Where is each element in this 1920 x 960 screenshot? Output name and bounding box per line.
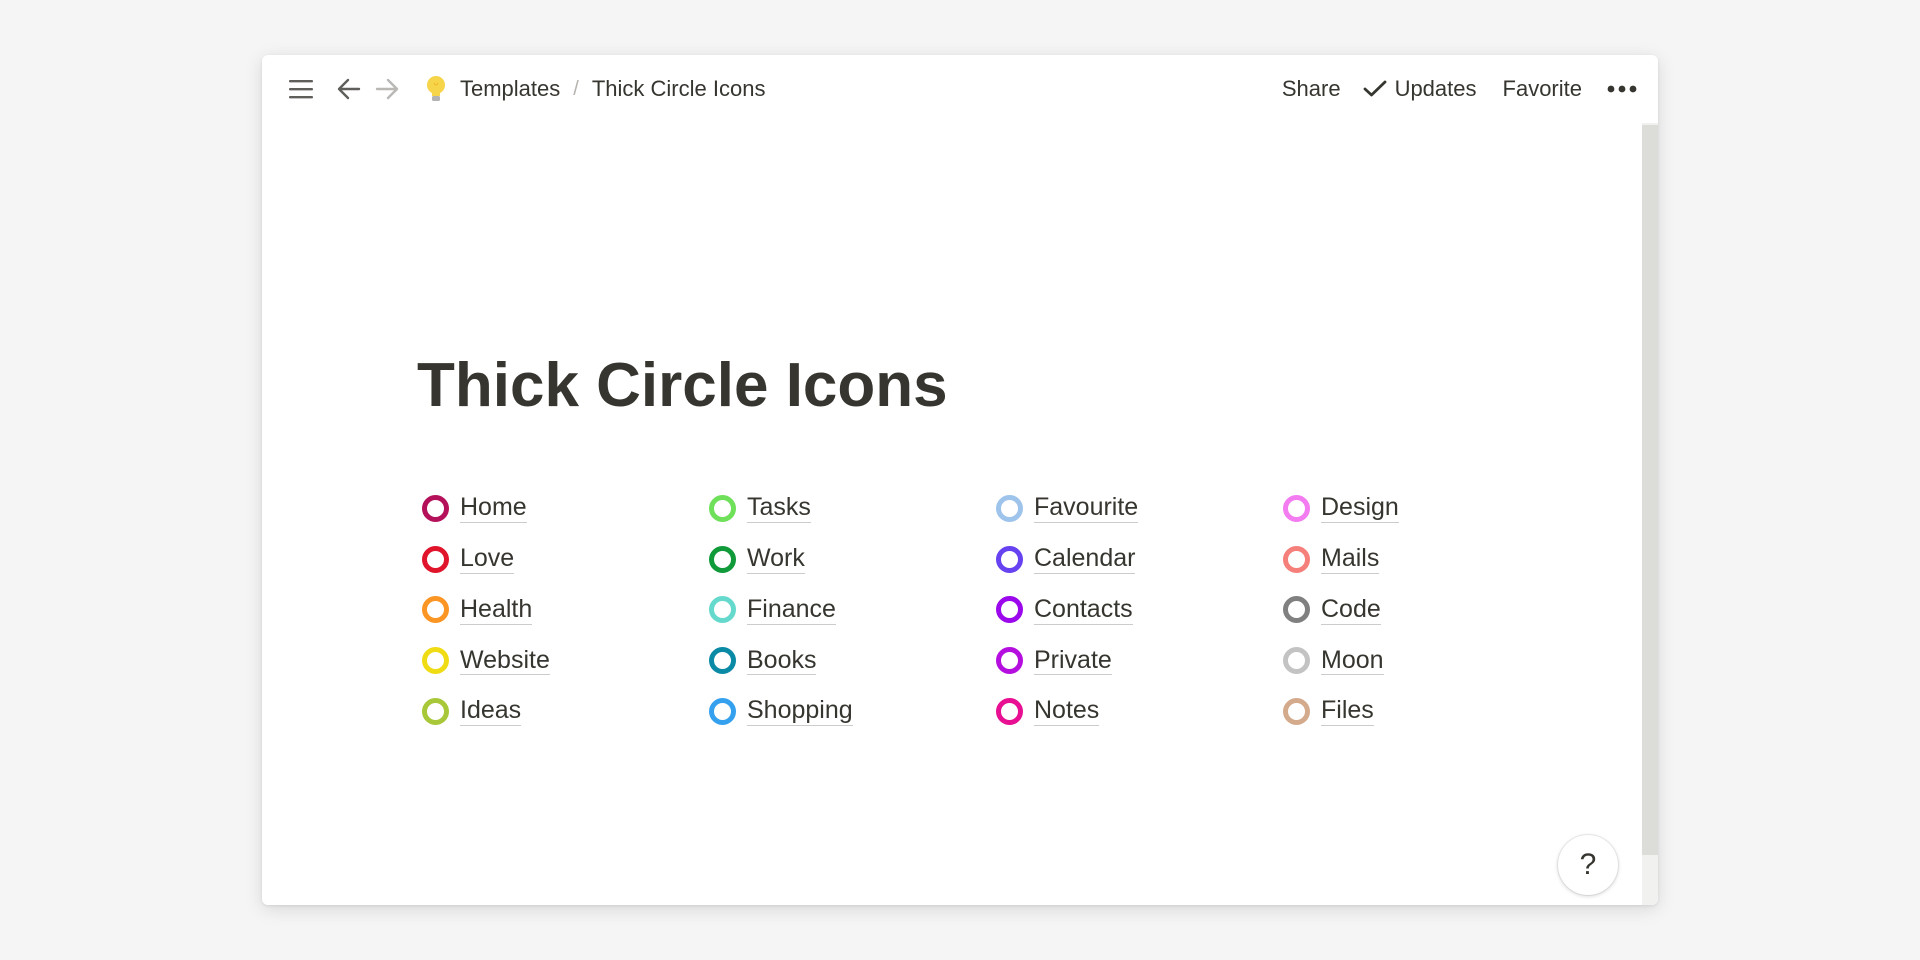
list-item-mails[interactable]: Mails <box>1283 534 1565 585</box>
help-button[interactable]: ? <box>1558 835 1618 895</box>
page-link[interactable]: Work <box>747 544 805 574</box>
page-link[interactable]: Moon <box>1321 646 1384 676</box>
circle-icon <box>422 596 449 624</box>
page-link[interactable]: Notes <box>1034 696 1100 726</box>
page-link[interactable]: Health <box>460 595 533 625</box>
checkmark-icon <box>1363 80 1386 97</box>
page-link[interactable]: Tasks <box>747 493 811 524</box>
updates-label: Updates <box>1394 76 1477 101</box>
circle-icon <box>1283 545 1310 573</box>
circle-icon <box>422 494 449 522</box>
list-item-shopping[interactable]: Shopping <box>709 686 991 737</box>
page-title: Thick Circle Icons <box>417 351 948 420</box>
hamburger-menu-icon[interactable] <box>286 74 316 104</box>
circle-icon <box>709 697 736 725</box>
circle-icon <box>709 646 736 674</box>
list-item-code[interactable]: Code <box>1283 584 1565 635</box>
page-link[interactable]: Home <box>460 493 527 524</box>
topbar-actions: Share Updates Favorite <box>1282 74 1638 104</box>
page-link[interactable]: Favourite <box>1034 493 1139 524</box>
circle-icon <box>709 494 736 522</box>
topbar: Templates / Thick Circle Icons Share Upd… <box>262 55 1658 123</box>
page-link[interactable]: Files <box>1321 696 1374 726</box>
page-link[interactable]: Shopping <box>747 696 853 726</box>
list-item-website[interactable]: Website <box>422 635 704 686</box>
scrollbar-thumb[interactable] <box>1642 125 1658 855</box>
arrow-right-icon[interactable] <box>372 74 402 104</box>
list-item-work[interactable]: Work <box>709 534 991 585</box>
breadcrumb-current-page[interactable]: Thick Circle Icons <box>592 76 766 102</box>
favorite-button[interactable]: Favorite <box>1503 76 1582 102</box>
circle-icon <box>422 646 449 674</box>
page-link[interactable]: Finance <box>747 595 836 625</box>
list-item-private[interactable]: Private <box>996 635 1278 686</box>
list-item-health[interactable]: Health <box>422 584 704 635</box>
page-link[interactable]: Love <box>460 544 515 574</box>
lightbulb-icon <box>422 74 450 104</box>
breadcrumb-templates[interactable]: Templates <box>460 76 560 102</box>
list-item-favourite[interactable]: Favourite <box>996 483 1278 534</box>
page-content: Thick Circle Icons Home Tasks Favourite … <box>417 123 1598 736</box>
circle-icon <box>1283 697 1310 725</box>
circle-icon <box>1283 646 1310 674</box>
page-link[interactable]: Ideas <box>460 696 522 726</box>
list-item-moon[interactable]: Moon <box>1283 635 1565 686</box>
app-window: Templates / Thick Circle Icons Share Upd… <box>262 55 1658 905</box>
circle-icon <box>996 646 1023 674</box>
page-link[interactable]: Design <box>1321 493 1399 524</box>
list-item-ideas[interactable]: Ideas <box>422 686 704 737</box>
circle-icon <box>1283 494 1310 522</box>
list-item-contacts[interactable]: Contacts <box>996 584 1278 635</box>
circle-icon <box>422 697 449 725</box>
circle-icon <box>996 545 1023 573</box>
page-link[interactable]: Calendar <box>1034 544 1136 574</box>
list-item-design[interactable]: Design <box>1283 483 1565 534</box>
page-link[interactable]: Code <box>1321 595 1381 625</box>
list-item-books[interactable]: Books <box>709 635 991 686</box>
page-link[interactable]: Books <box>747 646 817 676</box>
circle-icon <box>996 494 1023 522</box>
list-item-finance[interactable]: Finance <box>709 584 991 635</box>
updates-button[interactable]: Updates <box>1363 76 1477 102</box>
icon-link-grid: Home Tasks Favourite Design Love Work Ca… <box>417 483 1598 736</box>
circle-icon <box>709 545 736 573</box>
ellipsis-icon[interactable] <box>1606 74 1638 104</box>
list-item-files[interactable]: Files <box>1283 686 1565 737</box>
circle-icon <box>422 545 449 573</box>
list-item-love[interactable]: Love <box>422 534 704 585</box>
page-link[interactable]: Mails <box>1321 544 1380 574</box>
circle-icon <box>1283 596 1310 624</box>
list-item-home[interactable]: Home <box>422 483 704 534</box>
breadcrumb-separator: / <box>573 77 579 100</box>
circle-icon <box>996 596 1023 624</box>
page-link[interactable]: Private <box>1034 646 1112 676</box>
page-link[interactable]: Website <box>460 646 550 676</box>
page-link[interactable]: Contacts <box>1034 595 1133 625</box>
share-button[interactable]: Share <box>1282 76 1341 102</box>
circle-icon <box>996 697 1023 725</box>
list-item-tasks[interactable]: Tasks <box>709 483 991 534</box>
arrow-left-icon[interactable] <box>334 74 364 104</box>
list-item-notes[interactable]: Notes <box>996 686 1278 737</box>
circle-icon <box>709 596 736 624</box>
list-item-calendar[interactable]: Calendar <box>996 534 1278 585</box>
